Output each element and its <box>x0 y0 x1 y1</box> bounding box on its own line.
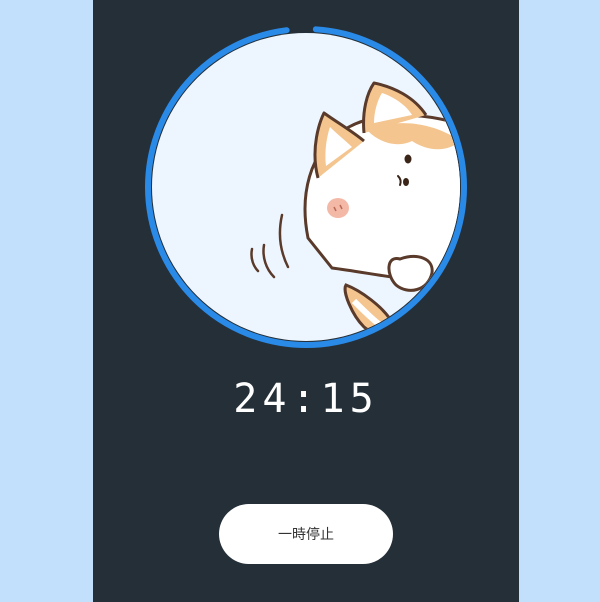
progress-ring <box>142 23 470 351</box>
timer-circle <box>145 26 467 348</box>
time-remaining: 24:15 <box>233 376 379 422</box>
timer-screen: 24:15 一時停止 <box>93 0 519 602</box>
pause-button[interactable]: 一時停止 <box>219 504 393 564</box>
pause-button-label: 一時停止 <box>278 527 334 543</box>
